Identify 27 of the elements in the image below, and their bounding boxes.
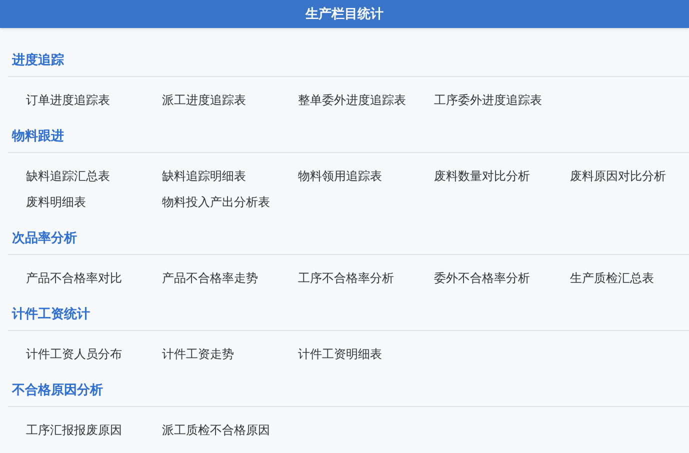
section-heading: 进度追踪 — [12, 51, 64, 70]
section-heading: 不合格原因分析 — [12, 381, 103, 400]
report-link[interactable]: 生产质检汇总表 — [570, 269, 654, 287]
section-heading: 计件工资统计 — [12, 305, 90, 324]
report-link[interactable]: 整单委外进度追踪表 — [298, 91, 406, 109]
section-heading: 次品率分析 — [12, 229, 77, 248]
report-link[interactable]: 工序不合格率分析 — [298, 269, 394, 287]
report-link[interactable]: 废料数量对比分析 — [434, 167, 530, 185]
report-link[interactable]: 物料投入产出分析表 — [162, 193, 270, 211]
report-link[interactable]: 计件工资走势 — [162, 345, 234, 363]
report-link[interactable]: 委外不合格率分析 — [434, 269, 530, 287]
report-link[interactable]: 工序汇报报废原因 — [26, 421, 122, 439]
report-link[interactable]: 订单进度追踪表 — [26, 91, 110, 109]
report-link[interactable]: 派工质检不合格原因 — [162, 421, 270, 439]
report-link[interactable]: 产品不合格率走势 — [162, 269, 258, 287]
report-link[interactable]: 派工进度追踪表 — [162, 91, 246, 109]
report-link[interactable]: 产品不合格率对比 — [26, 269, 122, 287]
section-heading: 物料跟进 — [12, 127, 64, 146]
report-link[interactable]: 缺料追踪汇总表 — [26, 167, 110, 185]
window-title: 生产栏目统计 — [306, 5, 384, 24]
report-link[interactable]: 废料原因对比分析 — [570, 167, 666, 185]
report-link[interactable]: 计件工资明细表 — [298, 345, 382, 363]
report-link[interactable]: 废料明细表 — [26, 193, 86, 211]
report-link[interactable]: 缺料追踪明细表 — [162, 167, 246, 185]
report-link[interactable]: 工序委外进度追踪表 — [434, 91, 542, 109]
report-link[interactable]: 物料领用追踪表 — [298, 167, 382, 185]
report-link[interactable]: 计件工资人员分布 — [26, 345, 122, 363]
